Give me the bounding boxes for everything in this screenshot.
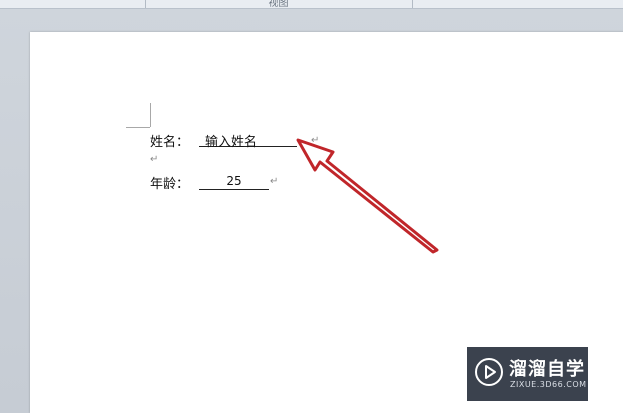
annotation-arrow-shape [296, 138, 439, 254]
play-icon [475, 358, 503, 386]
watermark-title: 溜溜自学 [509, 359, 585, 380]
watermark-url: ZIXUE.3D66.COM [510, 380, 587, 389]
watermark-logo: 溜溜自学 ZIXUE.3D66.COM [467, 347, 588, 401]
